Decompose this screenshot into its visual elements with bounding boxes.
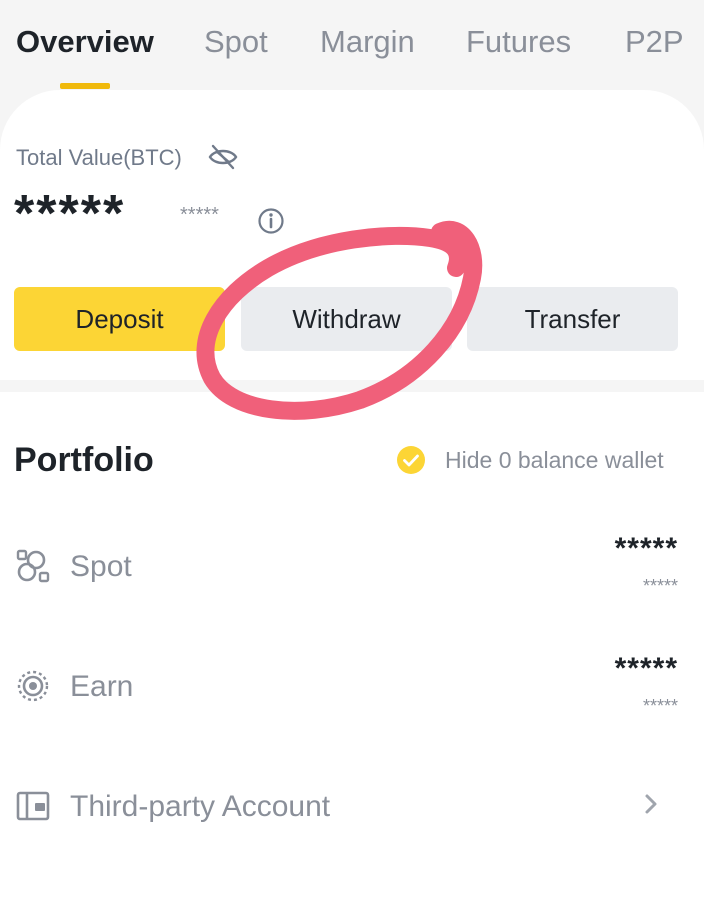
chevron-right-icon[interactable] — [641, 792, 661, 816]
portfolio-row-third-party-label[interactable]: Third-party Account — [70, 790, 330, 824]
portfolio-row-earn-subvalue: ***** — [642, 696, 678, 716]
info-icon[interactable] — [257, 207, 285, 235]
withdraw-button[interactable]: Withdraw — [241, 287, 452, 351]
portfolio-row-earn-label[interactable]: Earn — [70, 670, 133, 704]
portfolio-row-spot-value: ***** — [614, 532, 678, 565]
total-value-hidden: ***** — [14, 185, 126, 243]
tab-overview[interactable]: Overview — [16, 24, 154, 60]
eye-slash-icon[interactable] — [207, 143, 239, 171]
wallet-overview-screen: Overview Spot Margin Futures P2P Total V… — [0, 0, 704, 904]
total-value-label: Total Value(BTC) — [16, 145, 182, 170]
transfer-button[interactable]: Transfer — [467, 287, 678, 351]
total-value-fiat-hidden: ***** — [180, 204, 219, 226]
active-tab-indicator — [60, 83, 110, 89]
tab-margin[interactable]: Margin — [320, 24, 415, 60]
deposit-button[interactable]: Deposit — [14, 287, 225, 351]
earn-icon — [17, 670, 49, 702]
checkbox-checked-icon[interactable] — [396, 445, 426, 475]
tab-spot[interactable]: Spot — [204, 24, 268, 60]
portfolio-row-spot-label[interactable]: Spot — [70, 550, 132, 584]
hide-zero-balance-label[interactable]: Hide 0 balance wallet — [445, 447, 664, 474]
portfolio-row-spot-subvalue: ***** — [642, 576, 678, 596]
tab-futures[interactable]: Futures — [466, 24, 571, 60]
tab-p2p[interactable]: P2P — [625, 24, 684, 60]
spot-wallet-icon — [16, 549, 50, 583]
wallet-tabs: Overview Spot Margin Futures P2P — [0, 0, 704, 92]
wallet-icon — [16, 791, 50, 821]
portfolio-row-earn-value: ***** — [614, 652, 678, 685]
portfolio-title: Portfolio — [14, 441, 154, 479]
